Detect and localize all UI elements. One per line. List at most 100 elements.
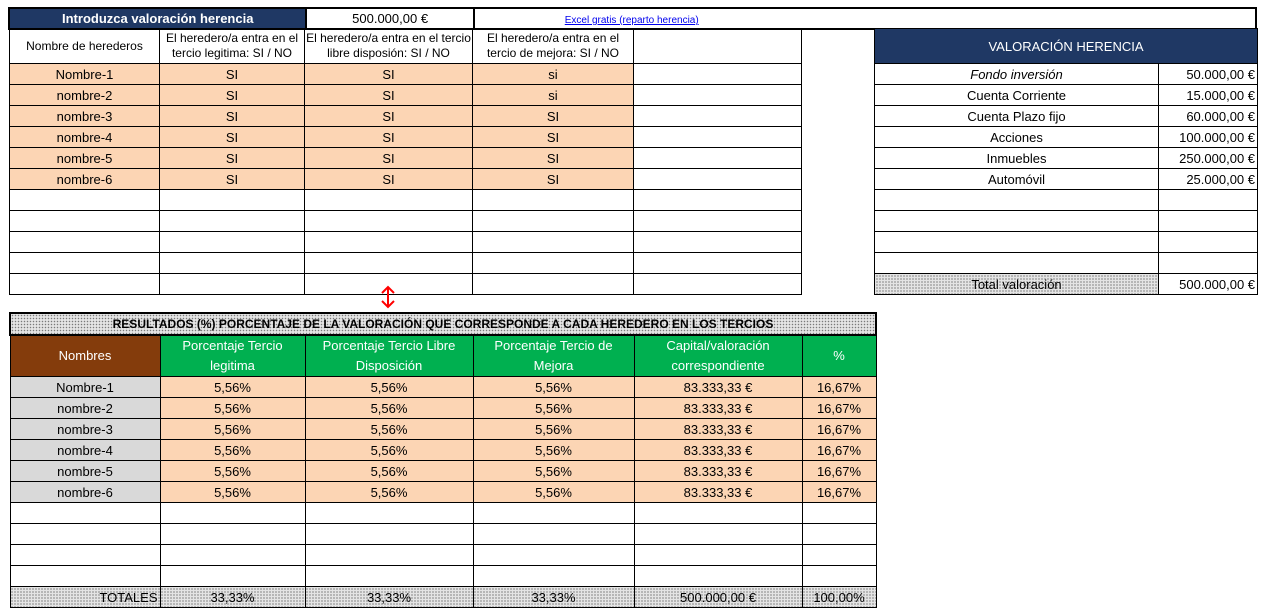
empty-row <box>9 273 802 295</box>
valuation-row: Automóvil 25.000,00 € <box>874 168 1259 190</box>
libre-cell[interactable]: SI <box>304 126 473 148</box>
valuation-value[interactable]: 50.000,00 € <box>1157 63 1259 85</box>
empty-row <box>9 252 802 274</box>
empty-cell[interactable] <box>633 126 802 148</box>
empty-row <box>9 189 802 211</box>
result-libre-cell: 5,56% <box>304 418 474 440</box>
result-legitima-cell: 5,56% <box>159 460 306 482</box>
result-libre-cell: 5,56% <box>304 439 474 461</box>
result-legitima-cell: 5,56% <box>159 376 306 398</box>
mejora-cell[interactable]: SI <box>472 126 634 148</box>
result-row: Nombre-1 5,56% 5,56% 5,56% 83.333,33 € 1… <box>9 376 877 398</box>
empty-row <box>9 231 802 253</box>
result-mejora-cell: 5,56% <box>472 460 635 482</box>
empty-cell[interactable] <box>633 105 802 127</box>
result-row: nombre-6 5,56% 5,56% 5,56% 83.333,33 € 1… <box>9 481 877 503</box>
result-name-cell: nombre-4 <box>9 439 161 461</box>
result-name-cell: nombre-3 <box>9 418 161 440</box>
results-header-names: Nombres <box>9 334 161 377</box>
results-table: RESULTADOS (%) PORCENTAJE DE LA VALORACI… <box>9 312 877 608</box>
valuation-row: Acciones 100.000,00 € <box>874 126 1259 148</box>
heir-name-cell[interactable]: nombre-5 <box>9 147 160 169</box>
empty-cell[interactable] <box>633 147 802 169</box>
results-header-capital: Capital/valoración correspondiente <box>633 334 803 377</box>
empty-row <box>874 231 1259 253</box>
libre-cell[interactable]: SI <box>304 84 473 106</box>
result-percent-cell: 16,67% <box>801 397 877 419</box>
total-mejora: 33,33% <box>472 586 635 608</box>
libre-cell[interactable]: SI <box>304 105 473 127</box>
legitima-cell[interactable]: SI <box>159 126 305 148</box>
results-header-percent: % <box>801 334 877 377</box>
valuation-label[interactable]: Cuenta Corriente <box>874 84 1159 106</box>
valuation-label[interactable]: Acciones <box>874 126 1159 148</box>
result-percent-cell: 16,67% <box>801 439 877 461</box>
total-valuation-label: Total valoración <box>874 273 1159 295</box>
result-mejora-cell: 5,56% <box>472 481 635 503</box>
mejora-cell[interactable]: SI <box>472 147 634 169</box>
result-capital-cell: 83.333,33 € <box>633 397 803 419</box>
empty-cell[interactable] <box>633 63 802 85</box>
empty-row <box>9 544 877 566</box>
result-row: nombre-3 5,56% 5,56% 5,56% 83.333,33 € 1… <box>9 418 877 440</box>
valuation-value[interactable]: 250.000,00 € <box>1157 147 1259 169</box>
heirs-header-libre: El heredero/a entra en el tercio libre d… <box>304 28 473 64</box>
result-capital-cell: 83.333,33 € <box>633 376 803 398</box>
results-header-libre: Porcentaje Tercio Libre Disposición <box>304 334 474 377</box>
libre-cell[interactable]: SI <box>304 147 473 169</box>
valuation-label[interactable]: Fondo inversión <box>874 63 1159 85</box>
heirs-header-name: Nombre de herederos <box>9 28 160 64</box>
libre-cell[interactable]: SI <box>304 168 473 190</box>
heir-name-cell[interactable]: nombre-4 <box>9 126 160 148</box>
legitima-cell[interactable]: SI <box>159 105 305 127</box>
result-mejora-cell: 5,56% <box>472 439 635 461</box>
excel-link[interactable]: Excel gratis (reparto herencia) <box>565 15 699 26</box>
result-percent-cell: 16,67% <box>801 376 877 398</box>
heir-name-cell[interactable]: Nombre-1 <box>9 63 160 85</box>
result-mejora-cell: 5,56% <box>472 376 635 398</box>
total-legitima: 33,33% <box>159 586 306 608</box>
total-valuation-value: 500.000,00 € <box>1157 273 1259 295</box>
mejora-cell[interactable]: SI <box>472 168 634 190</box>
empty-cell[interactable] <box>633 168 802 190</box>
empty-cell[interactable] <box>633 84 802 106</box>
legitima-cell[interactable]: SI <box>159 147 305 169</box>
heir-row: nombre-2 SI SI si <box>9 84 802 106</box>
empty-row <box>9 565 877 587</box>
mejora-cell[interactable]: si <box>472 63 634 85</box>
legitima-cell[interactable]: SI <box>159 84 305 106</box>
result-legitima-cell: 5,56% <box>159 418 306 440</box>
empty-row <box>9 210 802 232</box>
results-header-legitima: Porcentaje Tercio legitima <box>159 334 306 377</box>
result-libre-cell: 5,56% <box>304 397 474 419</box>
valuation-label[interactable]: Cuenta Plazo fijo <box>874 105 1159 127</box>
result-mejora-cell: 5,56% <box>472 418 635 440</box>
legitima-cell[interactable]: SI <box>159 63 305 85</box>
result-name-cell: nombre-6 <box>9 481 161 503</box>
legitima-cell[interactable]: SI <box>159 168 305 190</box>
valuation-row: Inmuebles 250.000,00 € <box>874 147 1259 169</box>
result-percent-cell: 16,67% <box>801 481 877 503</box>
heirs-header-mejora: El heredero/a entra en el tercio de mejo… <box>472 28 634 64</box>
heir-row: nombre-6 SI SI SI <box>9 168 802 190</box>
heir-name-cell[interactable]: nombre-2 <box>9 84 160 106</box>
empty-row <box>9 502 877 524</box>
valuation-value[interactable]: 15.000,00 € <box>1157 84 1259 106</box>
inheritance-value-input[interactable]: 500.000,00 € <box>305 7 475 30</box>
mejora-cell[interactable]: si <box>472 84 634 106</box>
valuation-row: Cuenta Corriente 15.000,00 € <box>874 84 1259 106</box>
valuation-label[interactable]: Automóvil <box>874 168 1159 190</box>
valuation-value[interactable]: 100.000,00 € <box>1157 126 1259 148</box>
result-legitima-cell: 5,56% <box>159 397 306 419</box>
valuation-label[interactable]: Inmuebles <box>874 147 1159 169</box>
libre-cell[interactable]: SI <box>304 63 473 85</box>
input-label: Introduzca valoración herencia <box>7 7 308 30</box>
heir-name-cell[interactable]: nombre-6 <box>9 168 160 190</box>
valuation-value[interactable]: 60.000,00 € <box>1157 105 1259 127</box>
totals-label: TOTALES <box>9 586 161 608</box>
heir-name-cell[interactable]: nombre-3 <box>9 105 160 127</box>
valuation-row: Cuenta Plazo fijo 60.000,00 € <box>874 105 1259 127</box>
mejora-cell[interactable]: SI <box>472 105 634 127</box>
result-percent-cell: 16,67% <box>801 418 877 440</box>
valuation-value[interactable]: 25.000,00 € <box>1157 168 1259 190</box>
